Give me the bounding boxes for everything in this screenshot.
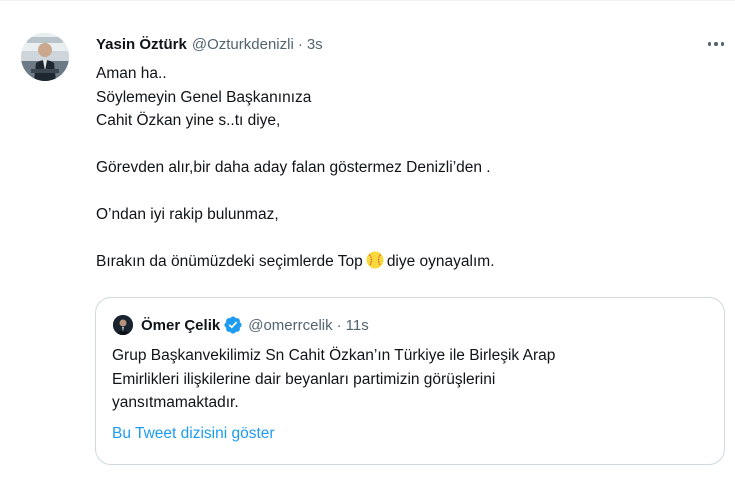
quoted-author-handle[interactable]: @omerrcelik: [248, 317, 332, 334]
tweet-last-line: Bırakın da önümüzdeki seçimlerde Top diye…: [96, 250, 706, 274]
more-dot: [714, 42, 718, 46]
quoted-line: yansıtmamaktadır.: [112, 394, 239, 411]
quoted-avatar[interactable]: [113, 315, 133, 335]
tweet-line-part: Bırakın da önümüzdeki seçimlerde Top: [96, 253, 363, 270]
quoted-time[interactable]: 11s: [346, 317, 369, 334]
author-handle[interactable]: @Ozturkdenizli: [192, 36, 294, 53]
tweet-line-part: diye oynayalım.: [386, 253, 495, 270]
softball-icon: [366, 251, 384, 269]
tweet-text: Aman ha.. Söylemeyin Genel Başkanınıza C…: [96, 62, 706, 274]
more-dot: [720, 42, 725, 46]
quoted-tweet[interactable]: Ömer Çelik @omerrcelik · 11s Grup Başkan…: [95, 297, 725, 465]
quoted-header: Ömer Çelik @omerrcelik · 11s: [141, 315, 369, 335]
tweet-line: O’ndan iyi rakip bulunmaz,: [96, 206, 279, 223]
verified-badge-icon: [223, 315, 243, 335]
show-thread-link[interactable]: Bu Tweet dizisini göster: [112, 425, 275, 443]
quoted-line: Grup Başkanvekilimiz Sn Cahit Özkan’ın T…: [112, 347, 556, 364]
top-divider: [0, 0, 735, 1]
tweet-line: Cahit Özkan yine s..tı diye,: [96, 112, 281, 129]
avatar[interactable]: [21, 33, 69, 81]
quoted-author-name[interactable]: Ömer Çelik: [141, 317, 220, 334]
author-name[interactable]: Yasin Öztürk: [96, 36, 187, 53]
tweet-time[interactable]: 3s: [307, 36, 323, 53]
tweet-header: Yasin Öztürk @Ozturkdenizli · 3s: [96, 34, 323, 54]
quoted-text: Grup Başkanvekilimiz Sn Cahit Özkan’ın T…: [112, 344, 712, 415]
more-options-button[interactable]: [700, 33, 732, 55]
quoted-avatar-photo: [113, 315, 133, 335]
tweet-line: Söylemeyin Genel Başkanınıza: [96, 88, 312, 106]
separator-dot: ·: [336, 316, 342, 334]
more-dots-icon: [707, 42, 712, 46]
quoted-line: Emirlikleri ilişkilerine dair beyanları …: [112, 370, 496, 388]
tweet-line: Görevden alır,bir daha aday falan göster…: [96, 159, 491, 176]
avatar-photo: [21, 33, 69, 81]
tweet-line: Aman ha..: [96, 65, 167, 82]
separator-dot: ·: [297, 35, 303, 53]
